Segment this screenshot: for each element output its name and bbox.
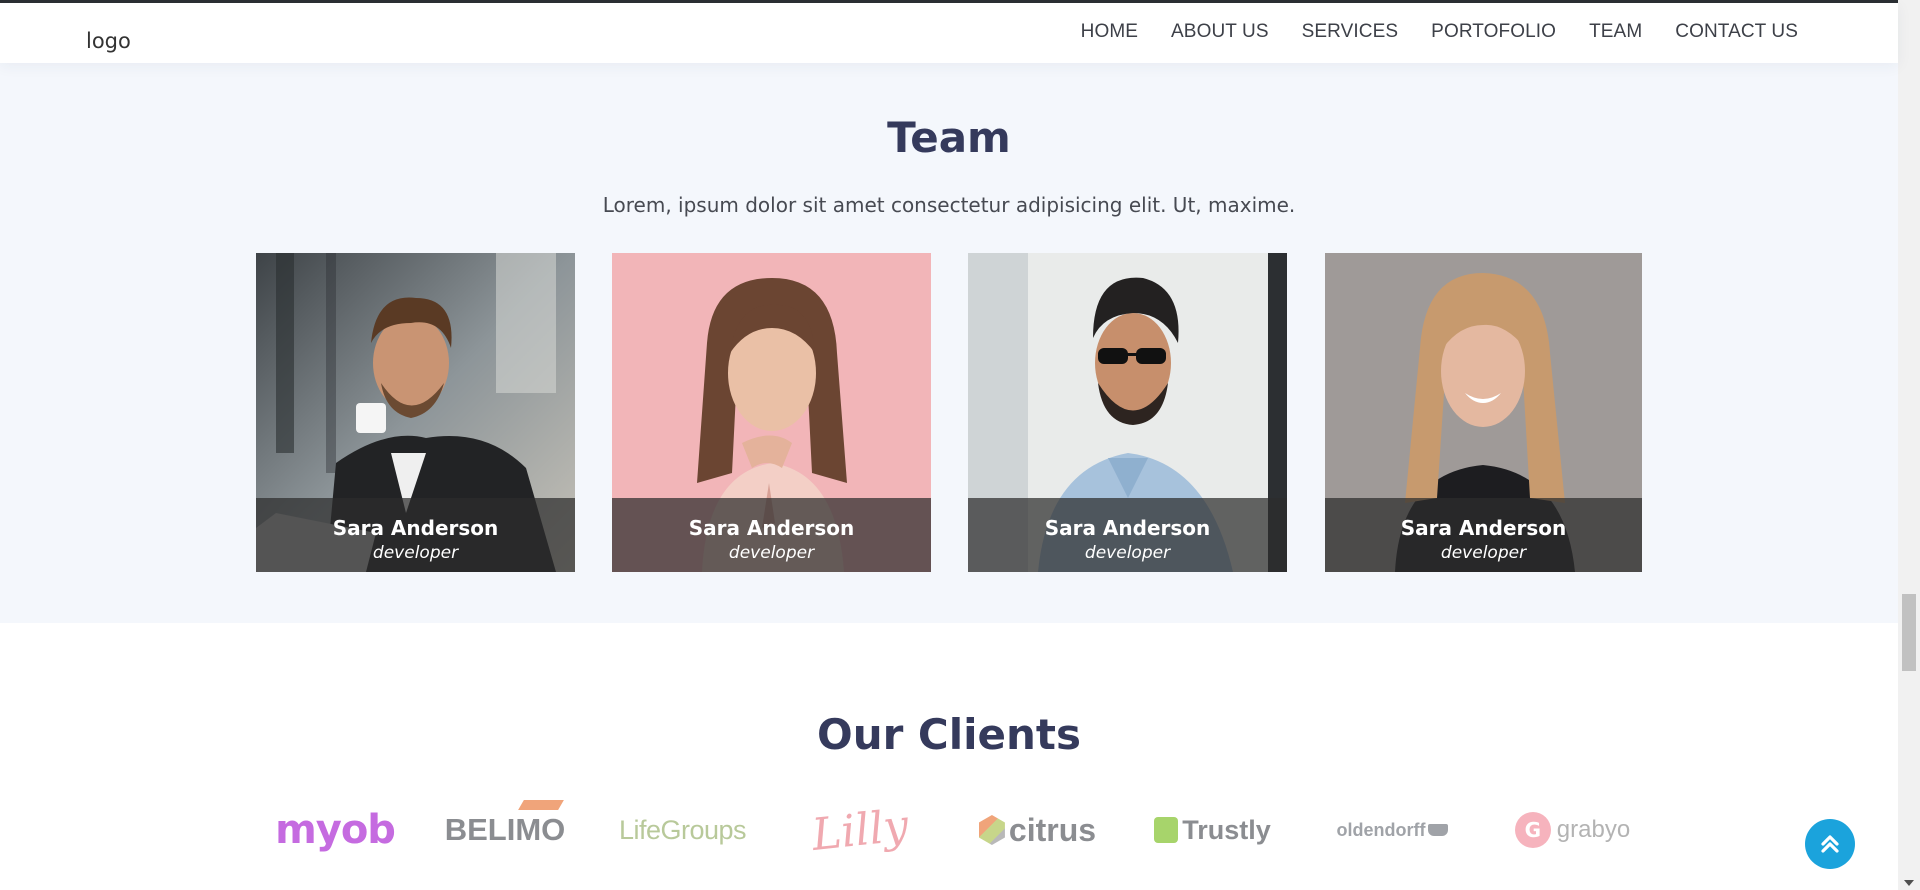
client-logo-trustly-text: Trustly	[1182, 814, 1271, 845]
citrus-mark-icon	[978, 815, 1005, 845]
team-member-role: developer	[372, 543, 459, 563]
nav-contact-us[interactable]: CONTACT US	[1675, 21, 1798, 43]
client-logos: myob BELIMO LifeGroups Lilly citrus Trus…	[250, 795, 1650, 885]
team-card[interactable]: Sara Anderson developer	[968, 253, 1287, 572]
nav-portfolio[interactable]: PORTOFOLIO	[1431, 21, 1556, 43]
team-member-name: Sara Anderson	[1044, 516, 1211, 540]
nav-services[interactable]: SERVICES	[1302, 21, 1399, 43]
team-card-caption: Sara Anderson developer	[968, 498, 1287, 572]
client-logo-belimo-text: BELIMO	[444, 812, 566, 847]
team-title: Team	[887, 113, 1011, 162]
double-chevron-up-icon	[1821, 835, 1839, 853]
client-logo-trustly[interactable]: Trustly	[1150, 795, 1275, 865]
team-member-name: Sara Anderson	[1400, 516, 1567, 540]
trustly-lock-icon	[1154, 817, 1179, 843]
team-card-caption: Sara Anderson developer	[1325, 498, 1642, 572]
client-logo-grabyo-text: grabyo	[1556, 816, 1631, 843]
client-logo-citrus-text: citrus	[1008, 811, 1097, 848]
client-logo-myob-text: myob	[275, 807, 396, 853]
team-member-name: Sara Anderson	[332, 516, 499, 540]
site-header: logo HOME ABOUT US SERVICES PORTOFOLIO T…	[0, 3, 1898, 63]
back-to-top-button[interactable]	[1805, 819, 1855, 869]
nav-home[interactable]: HOME	[1081, 21, 1138, 43]
team-section: Team Lorem, ipsum dolor sit amet consect…	[0, 63, 1898, 623]
client-logo-lilly[interactable]: Lilly	[795, 795, 925, 865]
site-logo[interactable]: logo	[86, 29, 131, 53]
team-member-role: developer	[1440, 543, 1527, 563]
team-card[interactable]: Sara Anderson developer	[612, 253, 931, 572]
client-logo-lifegroups-text: LifeGroups	[618, 814, 747, 845]
client-logo-myob[interactable]: myob	[270, 795, 400, 865]
client-logo-oldendorff[interactable]: oldendorff	[1330, 795, 1455, 865]
grabyo-mark-icon: G	[1514, 812, 1551, 848]
team-card-caption: Sara Anderson developer	[256, 498, 575, 572]
team-card-caption: Sara Anderson developer	[612, 498, 931, 572]
nav-team[interactable]: TEAM	[1589, 21, 1642, 43]
client-logo-oldendorff-text: oldendorff	[1336, 819, 1426, 840]
clients-title: Our Clients	[816, 710, 1082, 759]
belimo-mark-icon	[518, 800, 565, 810]
team-card[interactable]: Sara Anderson developer	[256, 253, 575, 572]
client-logo-belimo[interactable]: BELIMO	[440, 795, 570, 865]
team-member-name: Sara Anderson	[688, 516, 855, 540]
client-logo-citrus[interactable]: citrus	[975, 795, 1100, 865]
main-nav: HOME ABOUT US SERVICES PORTOFOLIO TEAM C…	[1048, 21, 1798, 43]
client-logo-belimo-wrap: BELIMO	[444, 800, 566, 848]
nav-about-us[interactable]: ABOUT US	[1171, 21, 1269, 43]
client-logo-lilly-text: Lilly	[809, 799, 911, 861]
scroll-down-arrow-icon[interactable]	[1904, 880, 1914, 886]
client-logo-lifegroups[interactable]: LifeGroups	[618, 795, 747, 865]
team-member-role: developer	[1084, 543, 1171, 563]
team-card[interactable]: Sara Anderson developer	[1325, 253, 1642, 572]
client-logo-grabyo[interactable]: G grabyo	[1510, 795, 1635, 865]
scrollbar-thumb[interactable]	[1902, 594, 1916, 671]
team-subtitle: Lorem, ipsum dolor sit amet consectetur …	[602, 193, 1296, 217]
team-member-role: developer	[728, 543, 815, 563]
page-scrollbar[interactable]	[1898, 0, 1920, 890]
oldendorff-ship-icon	[1428, 824, 1449, 836]
